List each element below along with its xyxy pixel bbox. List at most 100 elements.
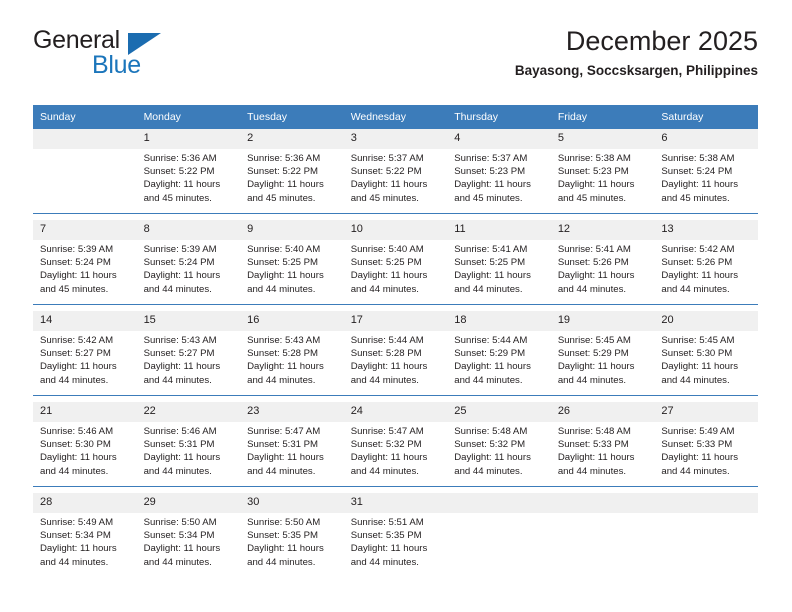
- sunset-text: Sunset: 5:34 PM: [143, 530, 215, 542]
- sunrise-text: Sunrise: 5:48 AM: [454, 426, 528, 437]
- day-info: Sunrise: 5:36 AM Sunset: 5:22 PM Dayligh…: [240, 149, 344, 214]
- day-number[interactable]: 1: [136, 129, 241, 149]
- day-number[interactable]: 22: [136, 402, 241, 422]
- day-number-row: 21 22 23 24 25 26 27: [33, 402, 758, 422]
- day-info: Sunrise: 5:37 AM Sunset: 5:23 PM Dayligh…: [447, 149, 551, 214]
- day-cell-empty: [654, 493, 758, 513]
- daylight-text-line1: Daylight: 11 hours: [350, 543, 428, 555]
- day-number[interactable]: 24: [343, 402, 448, 422]
- day-number[interactable]: 11: [447, 220, 551, 240]
- day-number[interactable]: 6: [654, 129, 758, 149]
- sunset-text: Sunset: 5:24 PM: [661, 166, 733, 178]
- weekday-header-row: Sunday Monday Tuesday Wednesday Thursday…: [33, 105, 758, 129]
- day-number[interactable]: 13: [654, 220, 758, 240]
- day-number[interactable]: 23: [240, 402, 344, 422]
- day-number[interactable]: 12: [550, 220, 655, 240]
- sunset-text: Sunset: 5:27 PM: [143, 348, 215, 360]
- day-number[interactable]: 31: [343, 493, 448, 513]
- day-cell-empty: [447, 493, 551, 513]
- day-cell-empty: [33, 129, 137, 149]
- daylight-text-line2: and 44 minutes.: [247, 465, 316, 477]
- day-number[interactable]: 2: [240, 129, 344, 149]
- weekday-header-wednesday: Wednesday: [343, 105, 448, 129]
- day-info-empty: [654, 513, 758, 577]
- day-info: Sunrise: 5:40 AM Sunset: 5:25 PM Dayligh…: [240, 240, 344, 305]
- daylight-text-line2: and 44 minutes.: [454, 465, 523, 477]
- day-number[interactable]: 30: [240, 493, 344, 513]
- daylight-text-line2: and 44 minutes.: [350, 283, 419, 295]
- day-number[interactable]: 18: [447, 311, 551, 331]
- day-number-row: 28 29 30 31: [33, 493, 758, 513]
- daylight-text-line2: and 44 minutes.: [143, 556, 212, 568]
- sunrise-text: Sunrise: 5:50 AM: [143, 517, 217, 528]
- day-number[interactable]: 7: [33, 220, 137, 240]
- day-number[interactable]: 29: [136, 493, 241, 513]
- daylight-text-line1: Daylight: 11 hours: [143, 179, 221, 191]
- daylight-text-line2: and 44 minutes.: [557, 283, 627, 295]
- sunset-text: Sunset: 5:32 PM: [350, 439, 422, 451]
- day-number[interactable]: 5: [550, 129, 655, 149]
- daylight-text-line1: Daylight: 11 hours: [661, 179, 738, 191]
- sunset-text: Sunset: 5:35 PM: [247, 530, 319, 542]
- day-info: Sunrise: 5:42 AM Sunset: 5:27 PM Dayligh…: [33, 331, 137, 396]
- day-number[interactable]: 8: [136, 220, 241, 240]
- day-info: Sunrise: 5:43 AM Sunset: 5:28 PM Dayligh…: [240, 331, 344, 396]
- day-number[interactable]: 3: [343, 129, 448, 149]
- day-info-row: Sunrise: 5:36 AM Sunset: 5:22 PM Dayligh…: [33, 149, 758, 214]
- daylight-text-line1: Daylight: 11 hours: [350, 361, 428, 373]
- day-number[interactable]: 19: [550, 311, 655, 331]
- day-number[interactable]: 10: [343, 220, 448, 240]
- sunset-text: Sunset: 5:25 PM: [247, 257, 319, 269]
- day-number[interactable]: 26: [550, 402, 655, 422]
- daylight-text-line1: Daylight: 11 hours: [350, 452, 428, 464]
- sunrise-text: Sunrise: 5:46 AM: [40, 426, 114, 437]
- weekday-header-sunday: Sunday: [33, 105, 137, 129]
- page-header: General Blue December 2025 Bayasong, Soc…: [33, 26, 758, 98]
- general-blue-logo[interactable]: General Blue: [33, 26, 253, 88]
- day-info: Sunrise: 5:37 AM Sunset: 5:22 PM Dayligh…: [343, 149, 448, 214]
- day-number[interactable]: 21: [33, 402, 137, 422]
- daylight-text-line1: Daylight: 11 hours: [40, 543, 117, 555]
- day-cell-empty: [550, 493, 655, 513]
- day-info: Sunrise: 5:41 AM Sunset: 5:26 PM Dayligh…: [550, 240, 655, 305]
- weekday-header-monday: Monday: [136, 105, 241, 129]
- daylight-text-line2: and 44 minutes.: [143, 465, 212, 477]
- day-info-row: Sunrise: 5:49 AM Sunset: 5:34 PM Dayligh…: [33, 513, 758, 577]
- sunrise-text: Sunrise: 5:50 AM: [247, 517, 321, 528]
- day-info-empty: [33, 149, 137, 214]
- day-number-row: 14 15 16 17 18 19 20: [33, 311, 758, 331]
- day-info: Sunrise: 5:45 AM Sunset: 5:29 PM Dayligh…: [550, 331, 655, 396]
- sunrise-text: Sunrise: 5:38 AM: [557, 153, 631, 164]
- sunset-text: Sunset: 5:33 PM: [661, 439, 733, 451]
- title-block: December 2025 Bayasong, Soccsksargen, Ph…: [515, 24, 758, 79]
- sunrise-text: Sunrise: 5:48 AM: [557, 426, 631, 437]
- daylight-text-line2: and 44 minutes.: [143, 283, 212, 295]
- day-info: Sunrise: 5:49 AM Sunset: 5:33 PM Dayligh…: [654, 422, 758, 487]
- day-info: Sunrise: 5:43 AM Sunset: 5:27 PM Dayligh…: [136, 331, 241, 396]
- daylight-text-line1: Daylight: 11 hours: [454, 361, 531, 373]
- day-number[interactable]: 4: [447, 129, 551, 149]
- day-info: Sunrise: 5:49 AM Sunset: 5:34 PM Dayligh…: [33, 513, 137, 577]
- sunset-text: Sunset: 5:25 PM: [454, 257, 526, 269]
- day-number[interactable]: 17: [343, 311, 448, 331]
- weekday-header-saturday: Saturday: [654, 105, 758, 129]
- day-number[interactable]: 28: [33, 493, 137, 513]
- sunrise-text: Sunrise: 5:37 AM: [454, 153, 528, 164]
- day-info-row: Sunrise: 5:39 AM Sunset: 5:24 PM Dayligh…: [33, 240, 758, 305]
- day-number[interactable]: 14: [33, 311, 137, 331]
- daylight-text-line1: Daylight: 11 hours: [454, 179, 531, 191]
- sunrise-text: Sunrise: 5:40 AM: [247, 244, 321, 255]
- sunrise-text: Sunrise: 5:51 AM: [350, 517, 424, 528]
- day-info: Sunrise: 5:39 AM Sunset: 5:24 PM Dayligh…: [33, 240, 137, 305]
- day-number[interactable]: 20: [654, 311, 758, 331]
- day-number[interactable]: 25: [447, 402, 551, 422]
- daylight-text-line2: and 44 minutes.: [247, 556, 316, 568]
- day-number[interactable]: 15: [136, 311, 241, 331]
- day-info: Sunrise: 5:36 AM Sunset: 5:22 PM Dayligh…: [136, 149, 241, 214]
- page-title: December 2025: [565, 26, 758, 56]
- daylight-text-line2: and 44 minutes.: [350, 465, 419, 477]
- day-number[interactable]: 16: [240, 311, 344, 331]
- day-number[interactable]: 27: [654, 402, 758, 422]
- sunset-text: Sunset: 5:29 PM: [454, 348, 526, 360]
- day-number[interactable]: 9: [240, 220, 344, 240]
